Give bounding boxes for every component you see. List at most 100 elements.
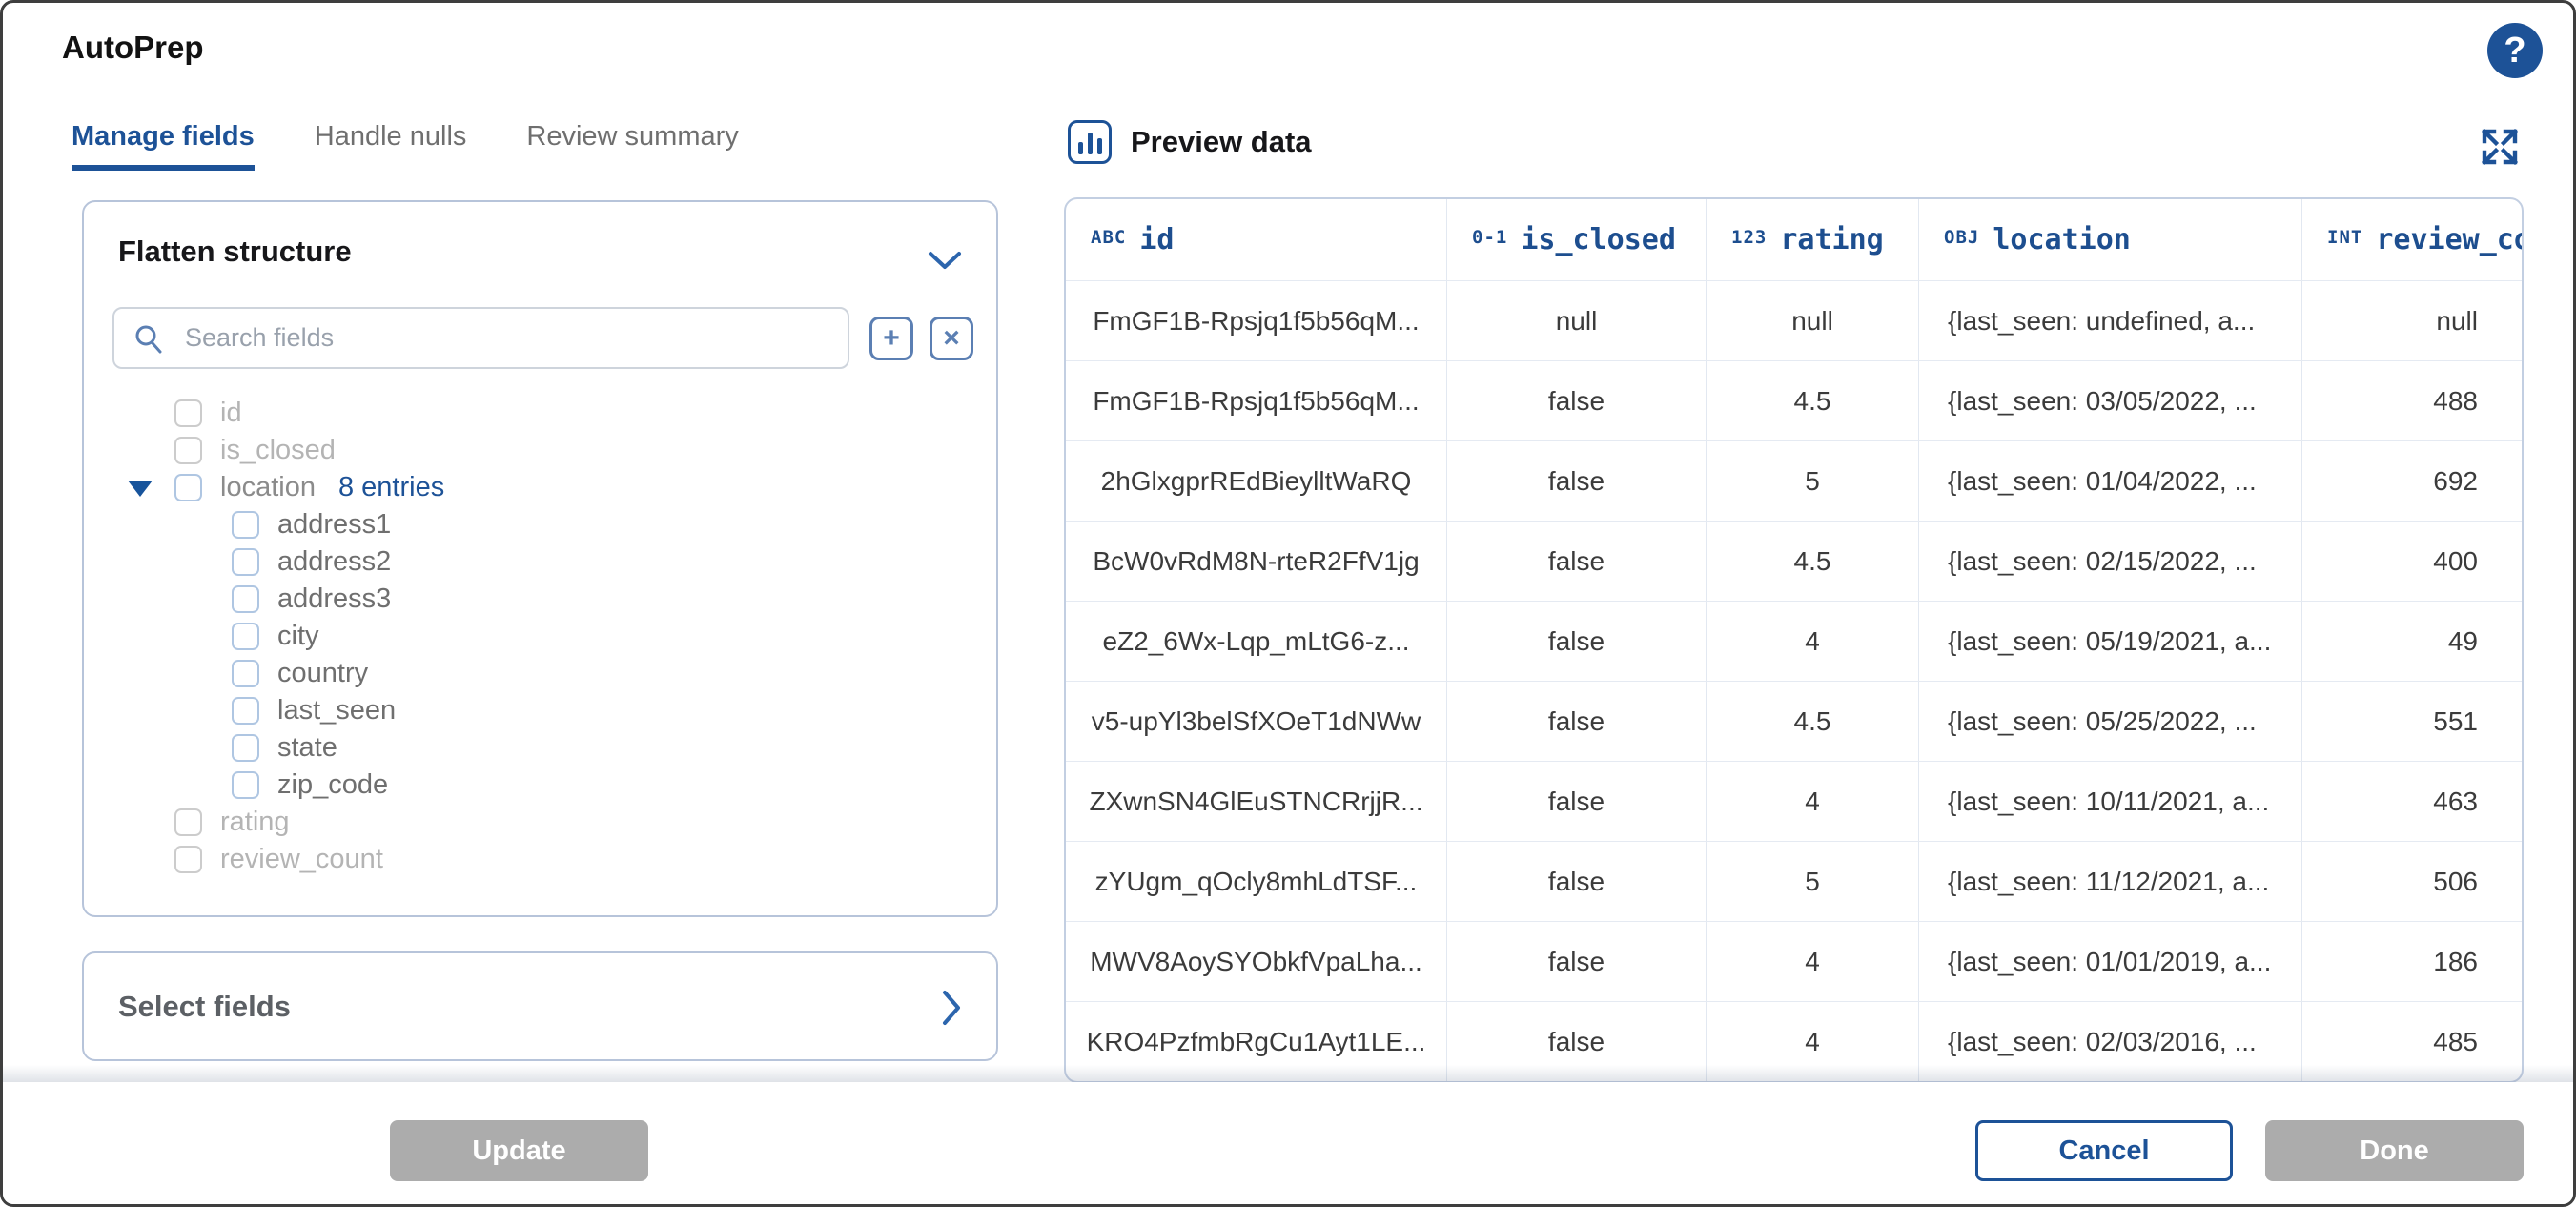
cell-id: FmGF1B-Rpsjq1f5b56qM... bbox=[1066, 361, 1447, 440]
search-fields-box bbox=[112, 307, 849, 369]
cell-rating: 5 bbox=[1707, 441, 1919, 521]
tree-item-state: state bbox=[84, 729, 996, 767]
tree-item-review-count: review_count bbox=[84, 841, 996, 878]
table-header-row: ABC id 0-1 is_closed 123 rating OBJ loca… bbox=[1066, 199, 2522, 280]
page-title: AutoPrep bbox=[62, 30, 204, 66]
cell-review-count: 551 bbox=[2302, 682, 2522, 761]
bar-chart-icon bbox=[1068, 120, 1112, 164]
checkbox-rating bbox=[174, 808, 202, 836]
cell-location: {last_seen: 05/25/2022, ... bbox=[1919, 682, 2302, 761]
cell-id: zYUgm_qOcly8mhLdTSF... bbox=[1066, 842, 1447, 921]
cell-review-count: 692 bbox=[2302, 441, 2522, 521]
checkbox-address3[interactable] bbox=[232, 585, 259, 613]
table-row: MWV8AoySYObkfVpaLha... false 4 {last_see… bbox=[1066, 921, 2522, 1001]
flatten-structure-panel: Flatten structure + × id is_closed bbox=[82, 200, 998, 917]
chevron-right-icon[interactable] bbox=[941, 990, 962, 1026]
cell-is-closed: false bbox=[1447, 522, 1707, 601]
table-row: BcW0vRdM8N-rteR2FfV1jg false 4.5 {last_s… bbox=[1066, 521, 2522, 601]
cell-id: BcW0vRdM8N-rteR2FfV1jg bbox=[1066, 522, 1447, 601]
table-row: FmGF1B-Rpsjq1f5b56qM... null null {last_… bbox=[1066, 280, 2522, 360]
tree-item-location: location 8 entries bbox=[84, 469, 996, 506]
column-header-rating: 123 rating bbox=[1707, 199, 1919, 280]
cell-is-closed: false bbox=[1447, 922, 1707, 1001]
checkbox-address1[interactable] bbox=[232, 511, 259, 539]
checkbox-address2[interactable] bbox=[232, 548, 259, 576]
cell-location: {last_seen: 02/15/2022, ... bbox=[1919, 522, 2302, 601]
table-row: zYUgm_qOcly8mhLdTSF... false 5 {last_see… bbox=[1066, 841, 2522, 921]
expand-arrows-icon bbox=[2477, 124, 2523, 170]
preview-data-header: Preview data bbox=[1068, 120, 1312, 164]
cell-review-count: 506 bbox=[2302, 842, 2522, 921]
cell-is-closed: false bbox=[1447, 441, 1707, 521]
footer-shadow bbox=[3, 1065, 2573, 1082]
cell-is-closed: false bbox=[1447, 682, 1707, 761]
tree-item-id: id bbox=[84, 395, 996, 432]
cell-rating: 4.5 bbox=[1707, 361, 1919, 440]
cell-rating: 4 bbox=[1707, 762, 1919, 841]
cell-rating: 5 bbox=[1707, 842, 1919, 921]
tree-item-address1: address1 bbox=[84, 506, 996, 543]
cell-review-count: 488 bbox=[2302, 361, 2522, 440]
cell-location: {last_seen: 10/11/2021, a... bbox=[1919, 762, 2302, 841]
tab-bar: Manage fields Handle nulls Review summar… bbox=[72, 121, 739, 171]
search-input[interactable] bbox=[183, 322, 828, 354]
checkbox-last-seen[interactable] bbox=[232, 697, 259, 725]
checkbox-id bbox=[174, 399, 202, 427]
cell-review-count: 400 bbox=[2302, 522, 2522, 601]
cell-rating: 4 bbox=[1707, 922, 1919, 1001]
checkbox-is-closed bbox=[174, 437, 202, 464]
x-icon: × bbox=[943, 324, 960, 353]
cell-is-closed: false bbox=[1447, 361, 1707, 440]
tree-item-address2: address2 bbox=[84, 543, 996, 581]
column-header-review-count: INT review_count bbox=[2302, 199, 2522, 280]
tree-item-zip-code: zip_code bbox=[84, 767, 996, 804]
column-header-id: ABC id bbox=[1066, 199, 1447, 280]
table-row: eZ2_6Wx-Lqp_mLtG6-z... false 4 {last_see… bbox=[1066, 601, 2522, 681]
help-button[interactable]: ? bbox=[2487, 23, 2543, 78]
cell-is-closed: null bbox=[1447, 281, 1707, 360]
select-fields-panel[interactable]: Select fields bbox=[82, 951, 998, 1061]
cell-id: 2hGlxgprREdBieylltWaRQ bbox=[1066, 441, 1447, 521]
cell-is-closed: false bbox=[1447, 842, 1707, 921]
cell-id: ZXwnSN4GlEuSTNCRrjjR... bbox=[1066, 762, 1447, 841]
checkbox-zip-code[interactable] bbox=[232, 771, 259, 799]
type-boolean-icon: 0-1 bbox=[1472, 227, 1507, 248]
table-row: FmGF1B-Rpsjq1f5b56qM... false 4.5 {last_… bbox=[1066, 360, 2522, 440]
caret-down-icon[interactable] bbox=[128, 481, 153, 497]
cell-location: {last_seen: 11/12/2021, a... bbox=[1919, 842, 2302, 921]
tab-manage-fields[interactable]: Manage fields bbox=[72, 121, 255, 171]
entries-badge[interactable]: 8 entries bbox=[338, 472, 444, 503]
update-button[interactable]: Update bbox=[390, 1120, 648, 1181]
cell-rating: 4.5 bbox=[1707, 522, 1919, 601]
type-object-icon: OBJ bbox=[1944, 227, 1979, 248]
autoprep-dialog: AutoPrep ? Manage fields Handle nulls Re… bbox=[0, 0, 2576, 1207]
tree-item-country: country bbox=[84, 655, 996, 692]
tab-review-summary[interactable]: Review summary bbox=[526, 121, 738, 171]
cancel-button[interactable]: Cancel bbox=[1975, 1120, 2233, 1181]
checkbox-country[interactable] bbox=[232, 660, 259, 687]
cell-id: v5-upYl3belSfXOeT1dNWw bbox=[1066, 682, 1447, 761]
cell-rating: null bbox=[1707, 281, 1919, 360]
type-integer-icon: INT bbox=[2327, 227, 2362, 248]
type-string-icon: ABC bbox=[1091, 227, 1126, 248]
checkbox-city[interactable] bbox=[232, 623, 259, 650]
cell-id: eZ2_6Wx-Lqp_mLtG6-z... bbox=[1066, 602, 1447, 681]
checkbox-state[interactable] bbox=[232, 734, 259, 762]
table-row: ZXwnSN4GlEuSTNCRrjjR... false 4 {last_se… bbox=[1066, 761, 2522, 841]
collapse-all-button[interactable]: × bbox=[930, 317, 973, 360]
tree-item-last-seen: last_seen bbox=[84, 692, 996, 729]
done-button[interactable]: Done bbox=[2265, 1120, 2524, 1181]
cell-is-closed: false bbox=[1447, 602, 1707, 681]
tab-handle-nulls[interactable]: Handle nulls bbox=[315, 121, 467, 171]
chevron-down-icon[interactable] bbox=[928, 250, 962, 271]
preview-data-title: Preview data bbox=[1131, 125, 1312, 159]
select-fields-title: Select fields bbox=[118, 990, 291, 1024]
expand-all-button[interactable]: + bbox=[869, 317, 913, 360]
checkbox-location[interactable] bbox=[174, 474, 202, 501]
flatten-structure-title: Flatten structure bbox=[118, 235, 352, 269]
fullscreen-button[interactable] bbox=[2474, 121, 2525, 173]
field-tree: id is_closed location 8 entries address1… bbox=[84, 395, 996, 878]
column-header-location: OBJ location bbox=[1919, 199, 2302, 280]
cell-location: {last_seen: 01/04/2022, ... bbox=[1919, 441, 2302, 521]
cell-review-count: 463 bbox=[2302, 762, 2522, 841]
